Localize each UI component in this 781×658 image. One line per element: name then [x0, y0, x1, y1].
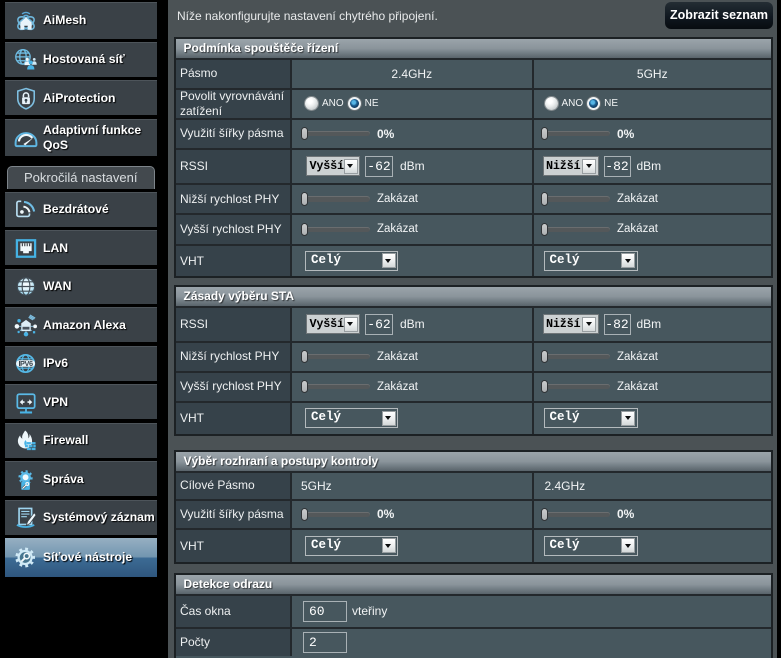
- svg-text:IPV6: IPV6: [18, 359, 33, 368]
